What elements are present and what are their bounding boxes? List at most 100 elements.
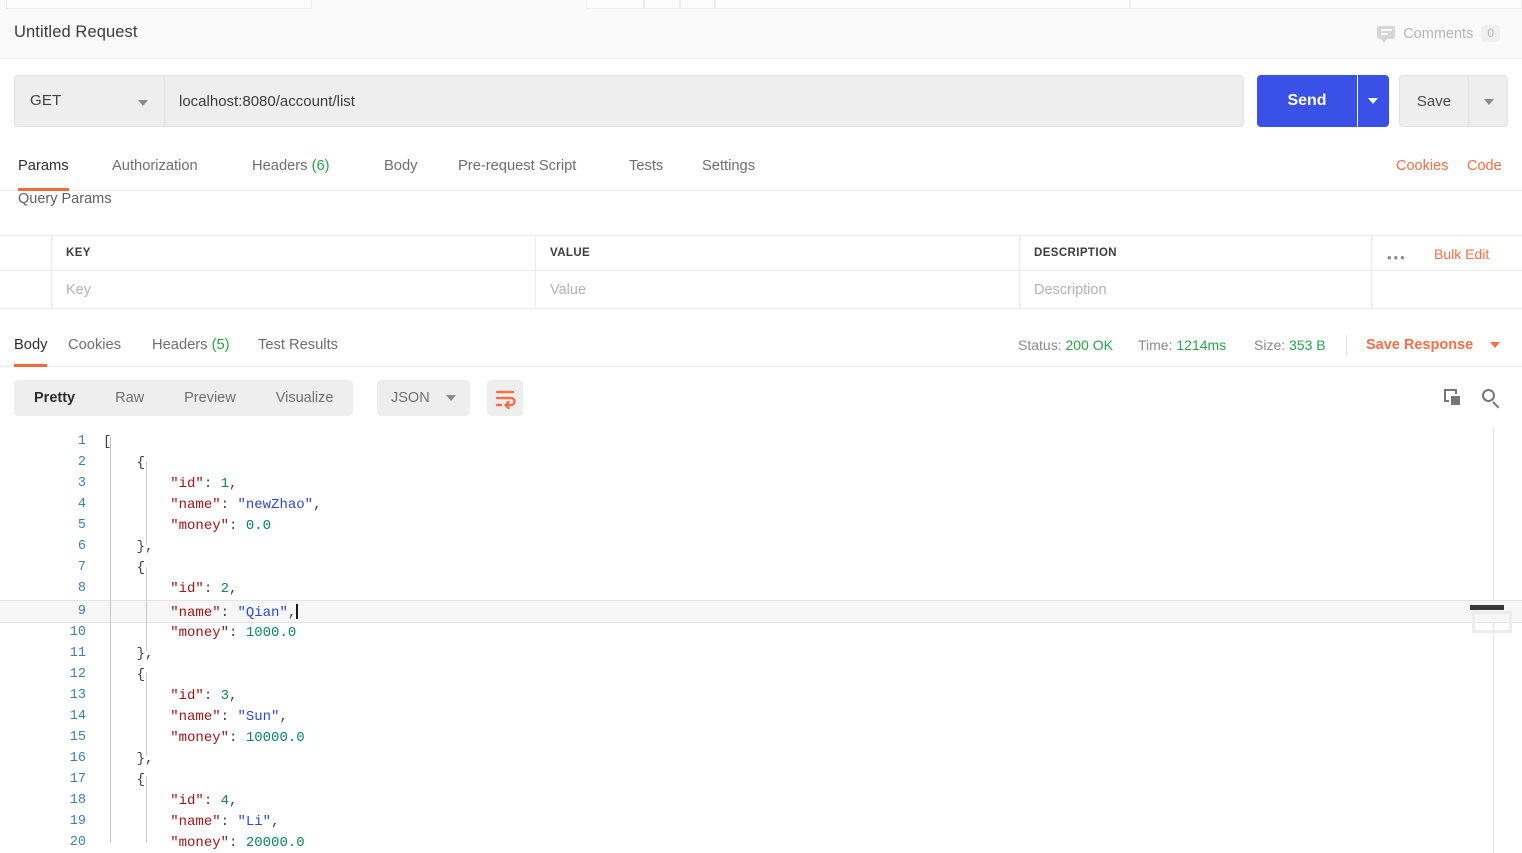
tab-label: Test Results bbox=[258, 337, 338, 353]
save-response-button[interactable]: Save Response bbox=[1366, 323, 1473, 367]
comments-button[interactable]: Comments 0 bbox=[1377, 25, 1500, 42]
row-cell-actions bbox=[1372, 271, 1522, 308]
response-tab-body[interactable]: Body bbox=[14, 323, 47, 367]
body-format-dropdown[interactable]: JSON bbox=[377, 380, 470, 416]
line-number: 7 bbox=[26, 560, 86, 575]
line-number: 8 bbox=[26, 581, 86, 596]
line-number: 10 bbox=[26, 625, 86, 640]
code-line[interactable]: 5 "money": 0.0 bbox=[0, 516, 1522, 537]
code-line[interactable]: 20 "money": 20000.0 bbox=[0, 833, 1522, 853]
body-view-raw[interactable]: Raw bbox=[95, 380, 164, 416]
code-line-text: "id": 2, bbox=[103, 581, 237, 597]
code-line-text: "money": 20000.0 bbox=[103, 835, 305, 851]
header-cell-key: KEY bbox=[52, 236, 536, 270]
link-cookies[interactable]: Cookies bbox=[1396, 143, 1448, 191]
response-tab-cookies[interactable]: Cookies bbox=[68, 323, 121, 367]
row-cell-key[interactable]: Key bbox=[52, 271, 536, 308]
code-line[interactable]: 10 "money": 1000.0 bbox=[0, 623, 1522, 644]
body-view-visualize[interactable]: Visualize bbox=[256, 380, 354, 416]
line-number: 13 bbox=[26, 688, 86, 703]
code-line[interactable]: 1[ bbox=[0, 432, 1522, 453]
code-line[interactable]: 8 "id": 2, bbox=[0, 579, 1522, 600]
tab-label: Settings bbox=[702, 158, 755, 174]
code-line[interactable]: 19 "name": "Li", bbox=[0, 812, 1522, 833]
tab-label: Pre-request Script bbox=[458, 158, 576, 174]
search-icon[interactable] bbox=[1482, 389, 1500, 407]
line-number: 14 bbox=[26, 709, 86, 724]
code-line[interactable]: 17 { bbox=[0, 770, 1522, 791]
code-line[interactable]: 18 "id": 4, bbox=[0, 791, 1522, 812]
indent-guide bbox=[146, 672, 147, 756]
body-view-preview[interactable]: Preview bbox=[164, 380, 256, 416]
send-options-button[interactable] bbox=[1358, 75, 1389, 127]
line-number: 12 bbox=[26, 667, 86, 682]
request-tab-authorization[interactable]: Authorization bbox=[112, 143, 198, 191]
table-header-row: KEY VALUE DESCRIPTION ••• Bulk Edit bbox=[0, 235, 1522, 271]
row-cell-description[interactable]: Description bbox=[1020, 271, 1372, 308]
link-code[interactable]: Code bbox=[1467, 143, 1502, 191]
request-tab-params[interactable]: Params bbox=[18, 143, 69, 191]
comment-icon bbox=[1377, 26, 1395, 42]
line-number: 6 bbox=[26, 539, 86, 554]
row-cell-select[interactable] bbox=[0, 271, 52, 308]
scrollbar-thumb[interactable] bbox=[1472, 611, 1512, 633]
chevron-down-icon bbox=[446, 395, 456, 401]
code-line-text: "id": 3, bbox=[103, 688, 237, 704]
chevron-down-icon bbox=[1484, 99, 1494, 105]
copy-icon[interactable] bbox=[1444, 389, 1462, 407]
request-tab-settings[interactable]: Settings bbox=[702, 143, 755, 191]
column-header-key: KEY bbox=[66, 247, 91, 259]
code-line[interactable]: 4 "name": "newZhao", bbox=[0, 495, 1522, 516]
tab-label: Headers bbox=[252, 158, 308, 174]
line-number: 20 bbox=[26, 835, 86, 850]
code-line[interactable]: 6 }, bbox=[0, 537, 1522, 558]
bulk-edit-button[interactable]: Bulk Edit bbox=[1434, 246, 1489, 262]
indent-guide bbox=[146, 776, 147, 843]
line-number: 17 bbox=[26, 772, 86, 787]
scrollbar-active-line-marker bbox=[1470, 605, 1504, 610]
tab-label: Params bbox=[18, 158, 69, 174]
request-url-row: GET Send Save bbox=[0, 60, 1522, 143]
code-line[interactable]: 12 { bbox=[0, 665, 1522, 686]
chevron-down-icon[interactable] bbox=[1490, 342, 1500, 348]
text-cursor bbox=[296, 604, 298, 619]
response-body-code-viewer[interactable]: 1[2 {3 "id": 1,4 "name": "newZhao",5 "mo… bbox=[0, 427, 1522, 853]
code-line[interactable]: 13 "id": 3, bbox=[0, 686, 1522, 707]
request-tab-body[interactable]: Body bbox=[384, 143, 417, 191]
response-tab-test-results[interactable]: Test Results bbox=[258, 323, 338, 367]
save-button[interactable]: Save bbox=[1399, 75, 1468, 127]
code-line[interactable]: 3 "id": 1, bbox=[0, 474, 1522, 495]
send-button[interactable]: Send bbox=[1257, 75, 1357, 127]
line-number: 9 bbox=[26, 604, 86, 619]
line-number: 2 bbox=[26, 455, 86, 470]
top-partial-panels bbox=[0, 0, 1522, 9]
response-tabs: Test ResultsHeaders (5)CookiesBody Statu… bbox=[0, 323, 1522, 367]
indent-guide bbox=[110, 437, 111, 843]
chevron-down-icon bbox=[1368, 98, 1378, 104]
time-value: 1214ms bbox=[1176, 337, 1226, 353]
response-tab-headers[interactable]: Headers (5) bbox=[152, 323, 230, 367]
wrap-text-button[interactable] bbox=[487, 380, 523, 416]
more-options-icon[interactable]: ••• bbox=[1387, 250, 1407, 265]
page-title: Untitled Request bbox=[14, 23, 138, 42]
request-tab-pre-request-script[interactable]: Pre-request Script bbox=[458, 143, 576, 191]
code-line[interactable]: 11 }, bbox=[0, 644, 1522, 665]
request-tab-tests[interactable]: Tests bbox=[629, 143, 663, 191]
http-method-dropdown[interactable]: GET bbox=[14, 75, 164, 127]
request-tab-headers[interactable]: Headers (6) bbox=[252, 143, 330, 191]
line-number: 18 bbox=[26, 793, 86, 808]
row-cell-value[interactable]: Value bbox=[536, 271, 1020, 308]
save-options-button[interactable] bbox=[1468, 75, 1508, 127]
request-url-input[interactable] bbox=[164, 75, 1244, 127]
column-header-value: VALUE bbox=[550, 247, 590, 259]
body-view-pretty[interactable]: Pretty bbox=[14, 380, 95, 416]
body-view-switcher: PrettyRawPreviewVisualize bbox=[14, 380, 353, 416]
code-line-active[interactable]: 9 "name": "Qian", bbox=[0, 600, 1522, 623]
code-line[interactable]: 7 { bbox=[0, 558, 1522, 579]
query-params-table: KEY VALUE DESCRIPTION ••• Bulk Edit Key … bbox=[0, 235, 1522, 309]
code-line[interactable]: 2 { bbox=[0, 453, 1522, 474]
code-line[interactable]: 15 "money": 10000.0 bbox=[0, 728, 1522, 749]
comments-count-badge: 0 bbox=[1481, 25, 1500, 42]
code-line[interactable]: 16 }, bbox=[0, 749, 1522, 770]
code-line[interactable]: 14 "name": "Sun", bbox=[0, 707, 1522, 728]
